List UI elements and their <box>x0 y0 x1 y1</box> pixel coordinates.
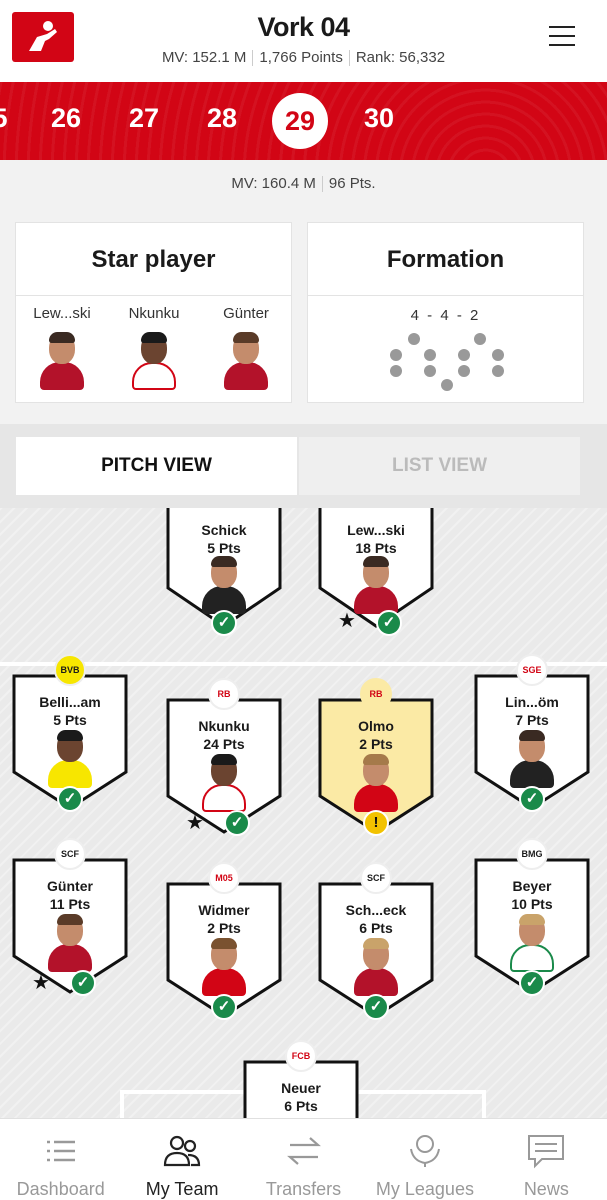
player-card[interactable]: BMG Beyer 10 Pts ✓ <box>470 838 594 998</box>
player-card-highlighted[interactable]: RB Olmo 2 Pts ! <box>314 678 438 838</box>
player-avatar <box>48 914 92 972</box>
player-avatar <box>354 938 398 996</box>
star-player-item: Nkunku <box>108 305 200 390</box>
star-player-title: Star player <box>16 223 291 296</box>
matchday-points: 96 Pts. <box>328 175 376 192</box>
star-player-icon: ★ <box>186 812 204 834</box>
transfer-arrows-icon <box>286 1137 321 1165</box>
matchday-item[interactable]: 28 <box>192 103 252 134</box>
player-card[interactable]: Schick 5 Pts ✓ <box>162 508 286 636</box>
check-icon: ✓ <box>70 970 96 996</box>
club-logo-m05: M05 <box>208 862 240 894</box>
star-player-icon: ★ <box>32 972 50 994</box>
nav-transfers[interactable]: Transfers <box>243 1119 364 1200</box>
formation-diagram-icon <box>386 331 508 393</box>
matchday-selector: 5 26 27 28 29 30 <box>0 82 607 160</box>
matchday-market-value: MV: 160.4 M <box>231 175 316 192</box>
check-icon: ✓ <box>211 610 237 636</box>
tab-pitch-view[interactable]: PITCH VIEW <box>16 437 297 495</box>
hamburger-menu-icon[interactable] <box>549 26 575 48</box>
check-icon: ✓ <box>519 786 545 812</box>
rank: Rank: 56,332 <box>355 49 446 66</box>
player-avatar <box>354 754 398 812</box>
nav-dashboard[interactable]: Dashboard <box>0 1119 121 1200</box>
star-player-card[interactable]: Star player Lew...ski Nkunku Günter <box>15 222 292 403</box>
player-avatar <box>48 730 92 788</box>
check-icon: ✓ <box>211 994 237 1020</box>
formation-value: 4 - 4 - 2 <box>410 307 481 324</box>
matchday-item[interactable]: 27 <box>114 103 174 134</box>
player-card[interactable]: SCF Günter 11 Pts ★ ✓ <box>8 838 132 998</box>
matchday-item[interactable]: 26 <box>36 103 96 134</box>
club-logo-scf: SCF <box>360 862 392 894</box>
player-card[interactable]: SCF Sch...eck 6 Pts ✓ <box>314 862 438 1022</box>
matchday-summary: MV: 160.4 M 96 Pts. <box>0 175 607 193</box>
star-player-item: Günter <box>200 305 292 390</box>
team-title: Vork 04 <box>257 12 350 42</box>
player-card[interactable]: SGE Lin...öm 7 Pts ✓ <box>470 654 594 814</box>
player-avatar <box>40 332 84 390</box>
player-avatar <box>202 754 246 812</box>
club-logo-rb: RB <box>360 678 392 710</box>
list-icon <box>46 1140 75 1162</box>
player-card[interactable]: RB Nkunku 24 Pts ★ ✓ <box>162 678 286 838</box>
formation-title: Formation <box>308 223 583 296</box>
team-icon <box>164 1135 201 1167</box>
nav-my-leagues[interactable]: My Leagues <box>364 1119 485 1200</box>
club-logo-rb: RB <box>208 678 240 710</box>
club-logo-fcb: FCB <box>285 1040 317 1072</box>
player-avatar <box>132 332 176 390</box>
player-avatar <box>510 914 554 972</box>
player-avatar <box>224 332 268 390</box>
club-logo-bmg: BMG <box>516 838 548 870</box>
player-avatar <box>202 938 246 996</box>
star-player-item: Lew...ski <box>16 305 108 390</box>
app-header: Vork 04 MV: 152.1 M 1,766 Points Rank: 56,… <box>0 0 607 82</box>
tab-list-view[interactable]: LIST VIEW <box>299 437 580 495</box>
player-card[interactable]: FCB Neuer 6 Pts <box>239 1040 363 1118</box>
formation-card[interactable]: Formation 4 - 4 - 2 <box>307 222 584 403</box>
star-player-icon: ★ <box>338 610 356 632</box>
team-stats: MV: 152.1 M 1,766 Points Rank: 56,332 <box>0 49 607 67</box>
total-points: 1,766 Points <box>259 49 343 66</box>
warning-icon: ! <box>363 810 389 836</box>
player-card[interactable]: M05 Widmer 2 Pts ✓ <box>162 862 286 1022</box>
player-avatar <box>354 556 398 614</box>
club-logo-scf: SCF <box>54 838 86 870</box>
check-icon: ✓ <box>57 786 83 812</box>
check-icon: ✓ <box>376 610 402 636</box>
pitch-view: Schick 5 Pts ✓ Lew...ski 18 Pts ★ ✓ BVB … <box>0 508 607 1118</box>
nav-my-team[interactable]: My Team <box>121 1119 242 1200</box>
check-icon: ✓ <box>224 810 250 836</box>
matchday-item[interactable]: 5 <box>0 103 30 134</box>
matchday-item[interactable]: 30 <box>349 103 409 134</box>
player-avatar <box>510 730 554 788</box>
trophy-icon <box>409 1135 440 1167</box>
nav-news[interactable]: News <box>486 1119 607 1200</box>
player-card[interactable]: Lew...ski 18 Pts ★ ✓ <box>314 508 438 636</box>
bottom-navigation: Dashboard My Team Transfers My Leagues N… <box>0 1118 607 1200</box>
check-icon: ✓ <box>519 970 545 996</box>
club-logo-bvb: BVB <box>54 654 86 686</box>
player-card[interactable]: BVB Belli...am 5 Pts ✓ <box>8 654 132 814</box>
matchday-item-active[interactable]: 29 <box>272 93 328 149</box>
news-icon <box>528 1135 565 1169</box>
club-logo-sge: SGE <box>516 654 548 686</box>
market-value: MV: 152.1 M <box>161 49 247 66</box>
check-icon: ✓ <box>363 994 389 1020</box>
player-avatar <box>202 556 246 614</box>
view-tabs: PITCH VIEW LIST VIEW <box>0 424 607 508</box>
